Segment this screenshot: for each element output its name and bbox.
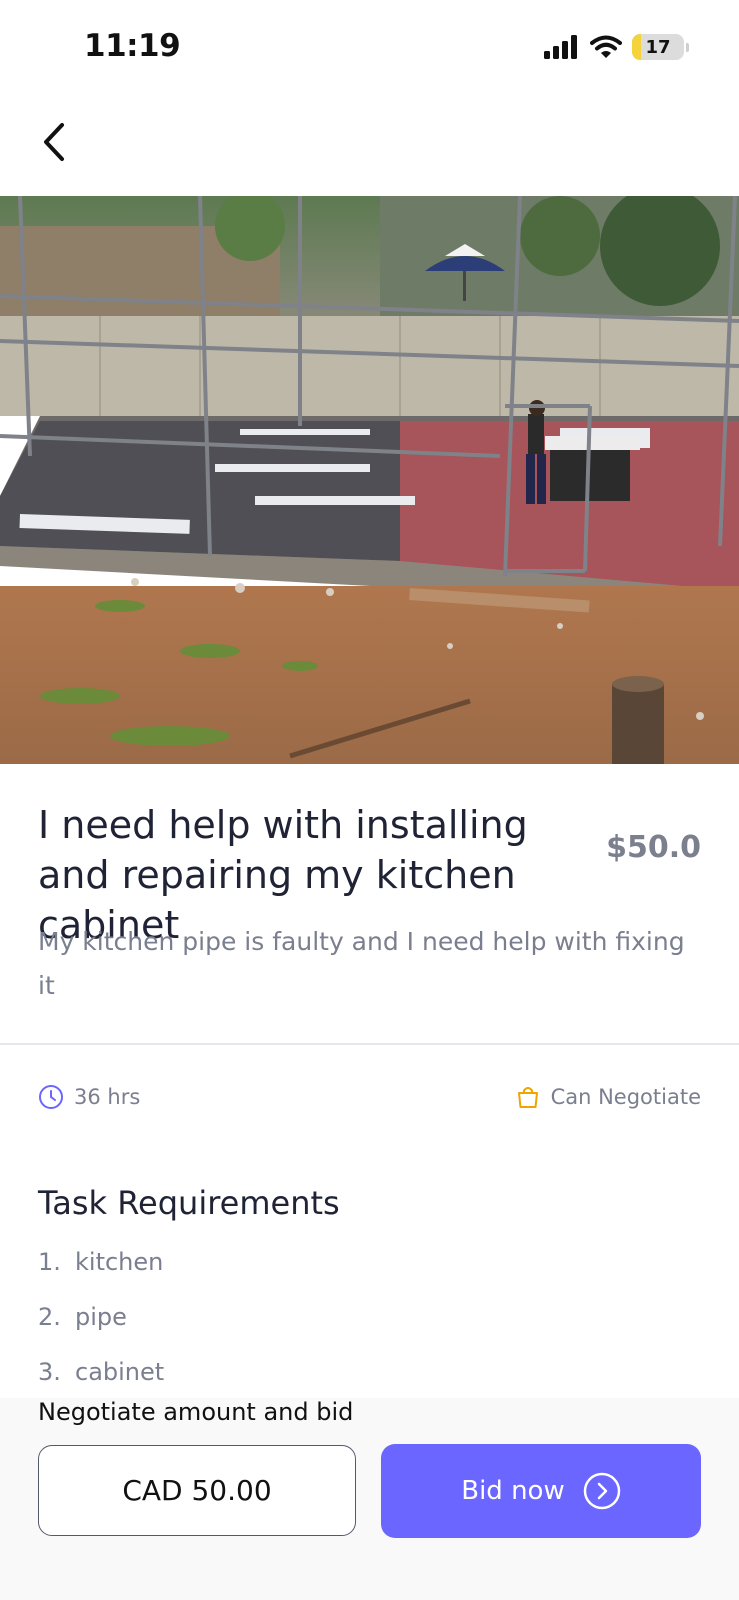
wifi-icon	[590, 35, 622, 58]
list-item-label: pipe	[75, 1303, 127, 1331]
status-bar: 11:19 17	[0, 0, 739, 100]
task-photo	[0, 196, 739, 764]
clock-icon	[39, 1085, 63, 1109]
list-item: 1. kitchen	[38, 1248, 164, 1303]
battery-tip	[686, 42, 689, 52]
requirements-heading: Task Requirements	[38, 1184, 340, 1222]
bid-amount-input[interactable]: CAD 50.00	[38, 1445, 356, 1536]
task-negotiable-label: Can Negotiate	[550, 1085, 701, 1109]
list-item: 2. pipe	[38, 1303, 164, 1358]
chevron-left-icon	[44, 123, 64, 161]
chevron-right-circle-icon	[583, 1472, 620, 1510]
section-divider	[0, 1043, 739, 1045]
list-item-number: 2.	[38, 1303, 61, 1331]
task-description: My kitchen pipe is faulty and I need hel…	[38, 927, 685, 1000]
requirements-list: 1. kitchen 2. pipe 3. cabinet	[38, 1248, 164, 1413]
status-time: 11:19	[84, 28, 181, 64]
list-item-number: 1.	[38, 1248, 61, 1276]
bid-now-label: Bid now	[461, 1476, 565, 1506]
bid-now-button[interactable]: Bid now	[381, 1444, 701, 1538]
bid-panel: Negotiate amount and bid CAD 50.00 Bid n…	[0, 1398, 739, 1600]
back-button[interactable]	[30, 110, 78, 174]
battery-icon: 17	[632, 34, 684, 60]
task-negotiable: Can Negotiate	[515, 1084, 701, 1110]
signal-icon	[544, 35, 577, 59]
list-item-label: kitchen	[75, 1248, 164, 1276]
shopping-bag-icon	[517, 1087, 538, 1108]
bid-label: Negotiate amount and bid	[38, 1398, 354, 1426]
battery-level-fill	[632, 34, 641, 60]
battery-percent: 17	[645, 36, 671, 58]
status-icons: 17	[544, 34, 689, 60]
task-duration-label: 36 hrs	[74, 1085, 141, 1109]
task-duration: 36 hrs	[38, 1084, 140, 1110]
